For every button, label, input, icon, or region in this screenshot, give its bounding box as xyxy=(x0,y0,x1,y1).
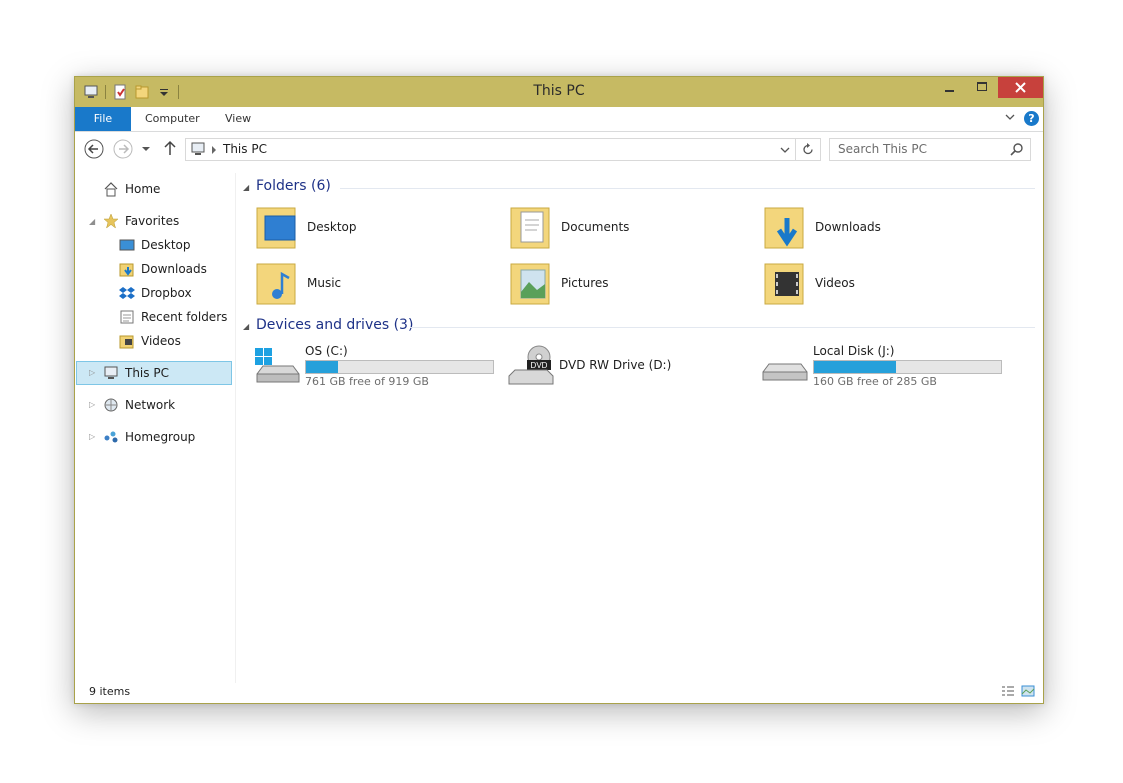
navigation-bar: This PC Search This PC xyxy=(75,132,1043,166)
videos-folder-icon xyxy=(763,258,807,306)
expand-arrow-icon[interactable]: ▷ xyxy=(89,368,95,377)
folder-name: Videos xyxy=(815,276,855,290)
group-divider xyxy=(410,327,1035,328)
sidebar-item-label: Desktop xyxy=(141,238,191,252)
expand-ribbon-icon[interactable] xyxy=(1004,111,1016,126)
sidebar-item-label: This PC xyxy=(125,366,169,380)
ribbon-right-controls: ? xyxy=(1004,111,1039,126)
folders-group-heading[interactable]: Folders (6) xyxy=(256,178,331,194)
desktop-folder-icon xyxy=(255,202,299,250)
drive-usage-fill xyxy=(814,361,897,373)
folder-name: Documents xyxy=(561,220,630,234)
star-icon xyxy=(103,213,119,229)
breadcrumb[interactable]: This PC xyxy=(223,142,267,156)
tab-computer[interactable]: Computer xyxy=(145,107,200,131)
sidebar-item-label: Recent folders xyxy=(141,310,228,324)
folder-name: Pictures xyxy=(561,276,609,290)
folder-tile[interactable]: Documents xyxy=(509,202,739,254)
folder-name: Desktop xyxy=(307,220,357,234)
large-icons-view-icon[interactable] xyxy=(1021,685,1035,700)
downloads-folder-icon xyxy=(763,202,807,250)
downloads-folder-icon xyxy=(119,261,135,277)
address-bar[interactable]: This PC xyxy=(185,138,821,161)
drive-name: DVD RW Drive (D:) xyxy=(559,358,672,372)
item-count: 9 items xyxy=(89,685,131,698)
svg-text:DVD: DVD xyxy=(531,361,548,370)
computer-icon xyxy=(190,141,206,160)
folder-tile[interactable]: Downloads xyxy=(763,202,993,254)
details-view-icon[interactable] xyxy=(1001,685,1015,700)
window-title: This PC xyxy=(533,83,585,99)
folder-name: Music xyxy=(307,276,342,290)
sidebar-item-label: Downloads xyxy=(141,262,207,276)
home-icon xyxy=(103,181,119,197)
folder-tile[interactable]: Videos xyxy=(763,258,993,310)
search-icon[interactable] xyxy=(1010,142,1024,159)
network-icon xyxy=(103,397,119,413)
drive-name: Local Disk (J:) xyxy=(813,344,895,358)
ribbon-tabs: File Computer View ? xyxy=(75,107,1043,132)
expand-arrow-icon[interactable]: ▷ xyxy=(89,432,95,441)
sidebar-item-label: Network xyxy=(125,398,176,412)
drive-usage-bar xyxy=(813,360,1002,374)
homegroup-icon xyxy=(103,429,119,445)
sidebar-item-label: Favorites xyxy=(125,214,180,228)
collapse-group-icon[interactable]: ◢ xyxy=(243,183,249,192)
recent-folders-icon xyxy=(119,309,135,325)
drives-group-heading[interactable]: Devices and drives (3) xyxy=(256,317,413,333)
tab-view[interactable]: View xyxy=(225,107,251,131)
drive-name: OS (C:) xyxy=(305,344,348,358)
up-button[interactable] xyxy=(163,139,177,160)
sidebar-item-label: Home xyxy=(125,182,161,196)
address-dropdown-icon[interactable] xyxy=(780,144,790,158)
explorer-window: This PC File Computer View ? This PC Sea… xyxy=(74,76,1044,704)
search-box[interactable]: Search This PC xyxy=(829,138,1031,161)
dvd-drive-icon: DVD xyxy=(507,344,557,388)
drive-tile[interactable]: DVD DVD RW Drive (D:) xyxy=(507,344,752,390)
forward-button[interactable] xyxy=(113,139,133,162)
collapse-arrow-icon[interactable]: ◢ xyxy=(89,217,95,226)
search-input[interactable]: Search This PC xyxy=(838,142,927,156)
sidebar-item-label: Videos xyxy=(141,334,181,348)
os-drive-icon xyxy=(253,344,303,388)
dropbox-icon xyxy=(119,285,135,301)
local-disk-icon xyxy=(761,344,811,388)
folder-tile[interactable]: Music xyxy=(255,258,485,310)
maximize-button[interactable] xyxy=(966,77,998,98)
collapse-group-icon[interactable]: ◢ xyxy=(243,322,249,331)
drive-tile[interactable]: Local Disk (J:) 160 GB free of 285 GB xyxy=(761,344,1006,390)
navigation-pane: Home ◢ Favorites Desktop Downloads Dropb… xyxy=(75,173,236,683)
folder-tile[interactable]: Desktop xyxy=(255,202,485,254)
pictures-folder-icon xyxy=(509,258,553,306)
title-bar: This PC xyxy=(75,77,1043,107)
folder-name: Downloads xyxy=(815,220,881,234)
videos-folder-icon xyxy=(119,333,135,349)
sidebar-item-label: Homegroup xyxy=(125,430,196,444)
folder-tile[interactable]: Pictures xyxy=(509,258,739,310)
breadcrumb-chevron-icon[interactable] xyxy=(210,144,218,158)
sidebar-item-label: Dropbox xyxy=(141,286,192,300)
recent-locations-icon[interactable] xyxy=(141,143,151,157)
drive-free-space: 761 GB free of 919 GB xyxy=(305,375,429,388)
back-button[interactable] xyxy=(84,139,104,162)
group-divider xyxy=(340,188,1035,189)
music-folder-icon xyxy=(255,258,299,306)
drive-tile[interactable]: OS (C:) 761 GB free of 919 GB xyxy=(253,344,498,390)
expand-arrow-icon[interactable]: ▷ xyxy=(89,400,95,409)
drive-usage-bar xyxy=(305,360,494,374)
documents-folder-icon xyxy=(509,202,553,250)
help-icon[interactable]: ? xyxy=(1024,111,1039,126)
tab-file[interactable]: File xyxy=(75,107,131,131)
status-bar: 9 items xyxy=(75,679,1043,703)
close-button[interactable] xyxy=(998,77,1043,98)
refresh-button[interactable] xyxy=(795,139,820,160)
view-switcher xyxy=(1001,685,1035,700)
computer-icon xyxy=(103,365,119,381)
desktop-icon xyxy=(119,237,135,253)
drive-usage-fill xyxy=(306,361,339,373)
minimize-button[interactable] xyxy=(934,77,966,98)
window-controls xyxy=(934,77,1043,98)
drive-free-space: 160 GB free of 285 GB xyxy=(813,375,937,388)
